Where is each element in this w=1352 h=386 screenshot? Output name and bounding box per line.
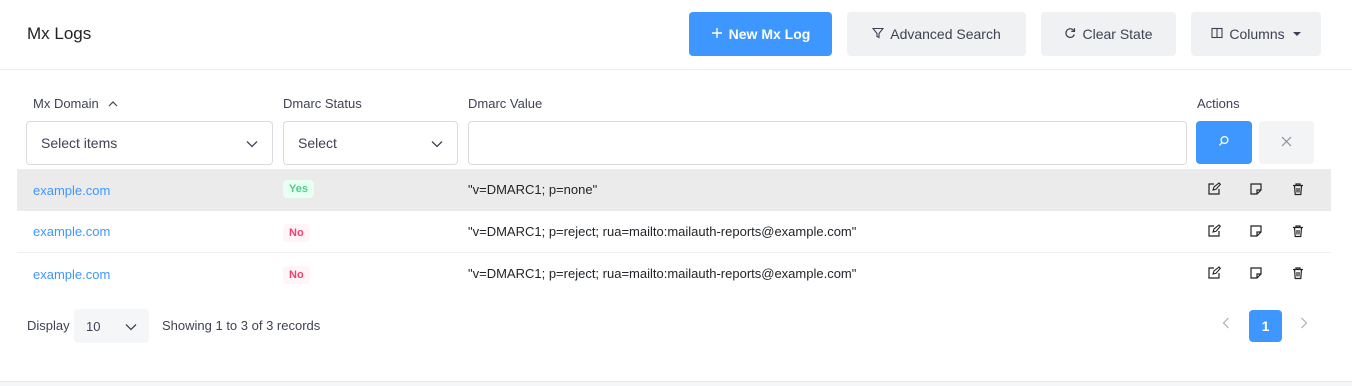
dmarc-value-filter-input[interactable] xyxy=(468,121,1187,165)
dmarc-value-cell: "v=DMARC1; p=none" xyxy=(468,182,598,197)
domain-link[interactable]: example.com xyxy=(33,224,110,239)
column-header-dmarc-value[interactable]: Dmarc Value xyxy=(468,96,542,111)
page-button-current[interactable]: 1 xyxy=(1249,310,1282,342)
edit-icon[interactable] xyxy=(1205,180,1223,198)
sort-up-icon xyxy=(108,96,118,111)
columns-label: Columns xyxy=(1229,26,1285,42)
edit-icon[interactable] xyxy=(1205,264,1223,282)
trash-icon[interactable] xyxy=(1289,222,1307,240)
domain-filter-select[interactable]: Select items xyxy=(26,121,273,165)
domain-filter-placeholder: Select items xyxy=(41,135,118,151)
advanced-search-label: Advanced Search xyxy=(890,26,1001,42)
card-header: Mx Logs New Mx Log Advanced Search Clear… xyxy=(0,0,1352,70)
chevron-down-icon xyxy=(125,319,137,334)
status-badge: No xyxy=(283,224,310,242)
new-mx-log-button[interactable]: New Mx Log xyxy=(689,12,832,56)
note-icon[interactable] xyxy=(1247,264,1265,282)
clear-state-button[interactable]: Clear State xyxy=(1041,12,1176,56)
status-filter-select[interactable]: Select xyxy=(283,121,458,165)
display-label: Display xyxy=(27,318,70,333)
close-icon xyxy=(1281,134,1292,151)
filter-icon xyxy=(872,27,885,41)
refresh-icon xyxy=(1064,27,1076,41)
status-badge: Yes xyxy=(283,180,314,198)
table-row: example.com No "v=DMARC1; p=reject; rua=… xyxy=(17,211,1331,253)
note-icon[interactable] xyxy=(1247,180,1265,198)
table-row: example.com Yes "v=DMARC1; p=none" xyxy=(17,169,1331,211)
page-title: Mx Logs xyxy=(27,24,92,43)
chevron-left-icon xyxy=(1222,316,1230,334)
table-row: example.com No "v=DMARC1; p=reject; rua=… xyxy=(17,252,1331,294)
note-icon[interactable] xyxy=(1247,222,1265,240)
mx-logs-card: Mx Logs New Mx Log Advanced Search Clear… xyxy=(0,0,1352,382)
edit-icon[interactable] xyxy=(1205,222,1223,240)
dmarc-value-cell: "v=DMARC1; p=reject; rua=mailto:mailauth… xyxy=(468,224,857,239)
page-size-select[interactable]: 10 xyxy=(74,309,149,343)
search-icon xyxy=(1218,134,1230,152)
next-page-button[interactable] xyxy=(1296,317,1312,333)
page-size-value: 10 xyxy=(86,318,101,334)
chevron-right-icon xyxy=(1300,316,1308,334)
trash-icon[interactable] xyxy=(1289,180,1307,198)
status-badge: No xyxy=(283,266,310,284)
chevron-down-icon xyxy=(246,135,258,151)
trash-icon[interactable] xyxy=(1289,264,1307,282)
filter-search-button[interactable] xyxy=(1196,121,1252,164)
prev-page-button[interactable] xyxy=(1218,317,1234,333)
new-mx-log-label: New Mx Log xyxy=(728,26,811,42)
advanced-search-button[interactable]: Advanced Search xyxy=(847,12,1026,56)
plus-icon xyxy=(711,27,723,41)
clear-state-label: Clear State xyxy=(1082,26,1153,42)
columns-button[interactable]: Columns xyxy=(1191,12,1321,56)
records-summary: Showing 1 to 3 of 3 records xyxy=(162,318,321,333)
chevron-down-icon xyxy=(431,135,443,151)
chevron-down-icon xyxy=(1292,32,1301,36)
column-header-mx-domain[interactable]: Mx Domain xyxy=(33,96,118,111)
status-filter-placeholder: Select xyxy=(298,135,337,151)
domain-link[interactable]: example.com xyxy=(33,183,110,198)
dmarc-value-cell: "v=DMARC1; p=reject; rua=mailto:mailauth… xyxy=(468,266,857,281)
filter-reset-button[interactable] xyxy=(1259,121,1314,164)
column-header-actions: Actions xyxy=(1197,96,1240,111)
column-header-dmarc-status[interactable]: Dmarc Status xyxy=(283,96,362,111)
domain-link[interactable]: example.com xyxy=(33,267,110,282)
columns-icon xyxy=(1211,27,1223,41)
